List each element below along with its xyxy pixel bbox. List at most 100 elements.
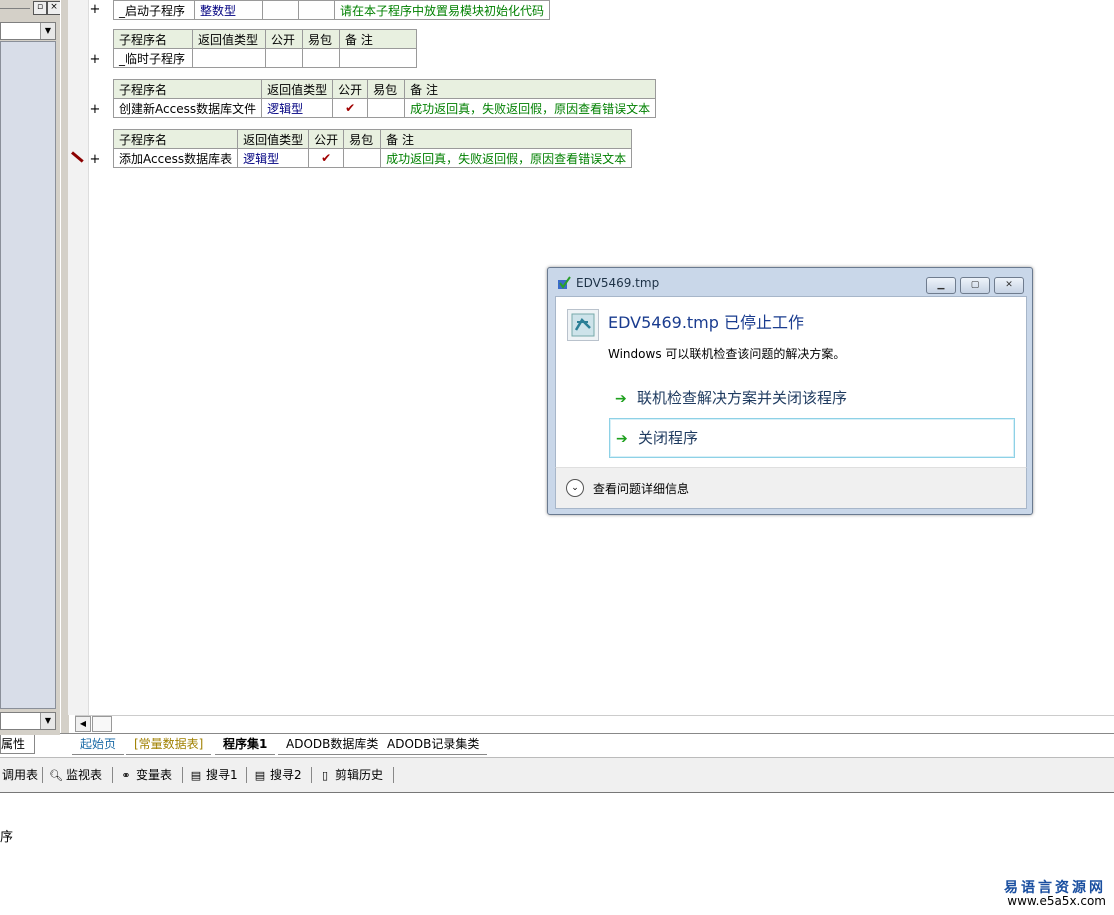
- subroutine-table: 子程序名 返回值类型 公开 易包 备 注 _临时子程序: [113, 29, 417, 68]
- button-label: 剪辑历史: [335, 768, 384, 782]
- header-return-type: 返回值类型: [192, 29, 266, 49]
- note-cell[interactable]: 成功返回真，失败返回假，原因查看错误文本: [380, 148, 633, 168]
- header-return-type: 返回值类型: [237, 129, 310, 149]
- search1-icon: ▤: [190, 769, 202, 782]
- left-panel-combo[interactable]: ▼: [0, 22, 56, 40]
- expand-icon[interactable]: +: [89, 53, 101, 67]
- subroutine-table: 子程序名 返回值类型 公开 易包 备 注 添加Access数据库表 逻辑型 ✔ …: [112, 129, 633, 168]
- header-name: 子程序名: [113, 29, 193, 49]
- search1-button[interactable]: ▤ 搜寻1: [189, 766, 238, 784]
- search2-icon: ▤: [254, 769, 266, 782]
- note-cell[interactable]: 成功返回真，失败返回假，原因查看错误文本: [404, 98, 657, 118]
- dialog-footer: ⌄ 查看问题详细信息: [555, 467, 1027, 509]
- return-type[interactable]: 整数型: [194, 0, 263, 20]
- return-type[interactable]: [192, 48, 266, 68]
- tab-label: ADODB记录集类: [387, 737, 480, 751]
- header-public: 公开: [332, 79, 369, 99]
- tab-adodb-database[interactable]: ADODB数据库类: [278, 734, 387, 755]
- output-text: 序: [0, 830, 14, 845]
- close-button[interactable]: ✕: [994, 277, 1024, 294]
- dialog-description: Windows 可以联机检查该问题的解决方案。: [608, 347, 846, 361]
- scroll-left-icon[interactable]: ◀: [75, 716, 91, 732]
- dialog-heading: EDV5469.tmp 已停止工作: [608, 313, 805, 332]
- left-panel-bottom-combo[interactable]: ▼: [0, 712, 56, 730]
- button-label: 搜寻1: [206, 768, 238, 782]
- green-arrow-icon: ➔: [616, 431, 628, 447]
- bottom-toolbar: 调用表 🔍︎ 监视表 ⚭ 变量表 ▤ 搜寻1 ▤ 搜寻2 ▯ 剪辑历史: [0, 757, 1114, 794]
- button-label: 搜寻2: [270, 768, 302, 782]
- left-panel-list[interactable]: [0, 41, 56, 709]
- public-cell[interactable]: [265, 48, 303, 68]
- view-details-link[interactable]: 查看问题详细信息: [593, 480, 689, 497]
- return-type[interactable]: 逻辑型: [261, 98, 334, 118]
- option-label: 联机检查解决方案并关闭该程序: [637, 389, 848, 407]
- variables-icon: ⚭: [121, 769, 131, 782]
- magnifier-icon: 🔍︎: [49, 769, 63, 782]
- chevron-down-icon[interactable]: ▼: [40, 23, 55, 39]
- subroutine-name[interactable]: 创建新Access数据库文件: [112, 98, 263, 118]
- tab-adodb-recordset[interactable]: ADODB记录集类: [379, 734, 488, 755]
- note-cell[interactable]: 请在本子程序中放置易模块初始化代码: [333, 0, 551, 20]
- chevron-down-icon[interactable]: ⌄: [566, 479, 584, 497]
- package-cell[interactable]: [343, 148, 382, 168]
- left-panel-titlebar: ▫ ×: [0, 0, 61, 16]
- dialog-title: EDV5469.tmp: [576, 276, 660, 290]
- horizontal-scrollbar[interactable]: ◀: [75, 715, 1114, 732]
- watermark-url: www.e5a5x.com: [1007, 894, 1106, 908]
- editor-gutter: [68, 0, 89, 715]
- close-program-option[interactable]: ➔ 关闭程序: [609, 418, 1015, 458]
- scrollbar-thumb[interactable]: [92, 716, 112, 732]
- file-tab-bar: 起始页 [常量数据表] 程序集1 ADODB数据库类 ADODB记录集类: [60, 733, 1114, 756]
- clipboard-history-button[interactable]: ▯ 剪辑历史: [318, 766, 383, 784]
- subroutine-name[interactable]: _临时子程序: [113, 48, 193, 68]
- properties-tab[interactable]: 属性: [0, 735, 35, 754]
- restore-icon[interactable]: ▫: [33, 1, 47, 15]
- header-package: 易包: [343, 129, 382, 149]
- check-online-option[interactable]: ➔ 联机检查解决方案并关闭该程序: [609, 379, 1013, 417]
- call-table-button[interactable]: 调用表: [2, 766, 38, 784]
- package-cell[interactable]: [302, 48, 340, 68]
- button-label: 变量表: [136, 768, 173, 782]
- variables-table-button[interactable]: ⚭ 变量表: [119, 766, 172, 784]
- option-label: 关闭程序: [638, 429, 699, 447]
- header-public: 公开: [308, 129, 345, 149]
- package-cell[interactable]: [367, 98, 406, 118]
- dialog-body: EDV5469.tmp 已停止工作 Windows 可以联机检查该问题的解决方案…: [555, 296, 1027, 468]
- tab-label: ADODB数据库类: [286, 737, 379, 751]
- program-icon: [567, 309, 599, 341]
- header-name: 子程序名: [112, 79, 263, 99]
- tab-constants[interactable]: [常量数据表]: [126, 734, 212, 755]
- expand-icon[interactable]: +: [89, 3, 101, 17]
- clipboard-history-icon: ▯: [321, 769, 329, 782]
- minimize-button[interactable]: ▁: [926, 277, 956, 294]
- subroutine-name[interactable]: _启动子程序: [113, 0, 195, 20]
- search2-button[interactable]: ▤ 搜寻2: [253, 766, 302, 784]
- expand-icon[interactable]: +: [89, 103, 101, 117]
- button-label: 调用表: [2, 768, 39, 782]
- package-cell[interactable]: [298, 0, 335, 20]
- header-package: 易包: [302, 29, 340, 49]
- close-icon[interactable]: ×: [47, 1, 61, 15]
- expand-icon[interactable]: +: [89, 153, 101, 167]
- crash-dialog: EDV5469.tmp ▁ ▢ ✕ EDV5469.tmp 已停止工作 Wind…: [547, 267, 1033, 515]
- subroutine-name[interactable]: 添加Access数据库表: [112, 148, 239, 168]
- tab-label: 起始页: [80, 737, 117, 751]
- tab-label: [常量数据表]: [134, 737, 204, 751]
- watch-table-button[interactable]: 🔍︎ 监视表: [49, 766, 102, 784]
- header-public: 公开: [265, 29, 303, 49]
- public-checkmark-icon[interactable]: ✔: [308, 148, 345, 168]
- note-cell[interactable]: [339, 48, 417, 68]
- tab-start-page[interactable]: 起始页: [72, 734, 125, 755]
- maximize-button[interactable]: ▢: [960, 277, 990, 294]
- chevron-down-icon[interactable]: ▼: [40, 713, 55, 729]
- public-checkmark-icon[interactable]: ✔: [332, 98, 369, 118]
- return-type[interactable]: 逻辑型: [237, 148, 310, 168]
- tab-assembly1[interactable]: 程序集1: [215, 734, 276, 755]
- public-cell[interactable]: [262, 0, 299, 20]
- output-panel[interactable]: [0, 793, 1114, 915]
- header-note: 备 注: [339, 29, 417, 49]
- app-icon: [558, 276, 571, 289]
- header-return-type: 返回值类型: [261, 79, 334, 99]
- subroutine-table: _启动子程序 整数型 请在本子程序中放置易模块初始化代码: [113, 0, 551, 20]
- header-note: 备 注: [380, 129, 633, 149]
